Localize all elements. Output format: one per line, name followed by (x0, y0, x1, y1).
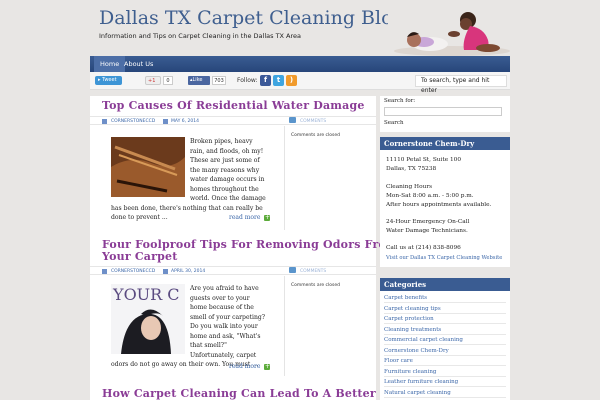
twitter-bird-icon: ▸ (98, 77, 101, 83)
post-title[interactable]: Top Causes Of Residential Water Damage (102, 99, 365, 112)
tweet-button[interactable]: ▸ Tweet (95, 76, 122, 85)
like-label: Like (192, 77, 203, 83)
header-babies-image (388, 6, 512, 56)
company-address-line1: 11110 Petal St, Suite 100 (386, 157, 462, 163)
comments-status: Comments are closed (291, 133, 340, 138)
emergency-line2: Water Damage Technicians. (386, 228, 468, 234)
comments-bubble-icon (289, 117, 296, 123)
post-title[interactable]: How Carpet Cleaning Can Lead To A Better (102, 387, 376, 400)
post-meta: cornerstoneccd April 30, 2014 Comments (90, 266, 376, 275)
read-more-label: read more (229, 214, 261, 221)
post-date: April 30, 2014 (171, 269, 206, 274)
site-title[interactable]: Dallas TX Carpet Cleaning Blog (99, 7, 405, 29)
read-more-link[interactable]: read more + (229, 362, 271, 370)
company-website-link[interactable]: Visit our Dallas TX Carpet Cleaning Webs… (386, 254, 502, 262)
plus-icon: + (264, 362, 271, 370)
hours-line2: After hours appointments available. (386, 202, 492, 208)
water-damage-thumbnail[interactable] (111, 137, 185, 197)
facebook-icon[interactable]: f (260, 75, 271, 86)
plus-icon: + (264, 213, 271, 221)
site-header: Dallas TX Carpet Cleaning Blog Informati… (0, 0, 600, 56)
rss-icon[interactable]: ) (286, 75, 297, 86)
post-date: May 6, 2014 (171, 119, 199, 124)
category-link[interactable]: Carpet cleaning tips (384, 305, 506, 314)
facebook-like-button[interactable]: ▴Like (188, 76, 210, 85)
widget-heading: Categories (380, 278, 510, 291)
category-link[interactable]: Furniture cleaning (384, 368, 506, 377)
calendar-icon (163, 119, 168, 124)
comments-bubble-icon (289, 267, 296, 273)
main-nav: Home About Us (90, 56, 510, 72)
company-address-line2: Dallas, TX 75238 (386, 166, 437, 172)
sidebar-search-widget: Search for: Search (380, 96, 510, 132)
post-excerpt: YOUR C Are you afraid to have guests ove… (111, 284, 266, 370)
post-excerpt: Broken pipes, heavy rain, and floods, oh… (111, 137, 266, 223)
post-title-continued[interactable]: Your Carpet (102, 250, 178, 263)
company-info-widget: Cornerstone Chem-Dry 11110 Petal St, Sui… (380, 137, 510, 267)
read-more-link[interactable]: read more + (229, 213, 271, 221)
site-description: Information and Tips on Carpet Cleaning … (99, 32, 302, 40)
nav-about-us[interactable]: About Us (118, 56, 159, 72)
post-divider (284, 276, 285, 376)
category-link[interactable]: Cornerstone Chem-Dry (384, 347, 506, 356)
category-link[interactable]: Cleaning treatments (384, 326, 506, 335)
emergency-line1: 24-Hour Emergency On-Call (386, 219, 470, 225)
top-search-input[interactable]: To search, type and hit enter (415, 75, 507, 94)
hours-line1: Mon-Sat 8:00 a.m. - 5:00 p.m. (386, 193, 474, 199)
search-button[interactable]: Search (384, 120, 404, 126)
category-link[interactable]: Carpet protection (384, 315, 506, 324)
read-more-label: read more (229, 363, 261, 370)
category-link[interactable]: Floor care (384, 357, 506, 366)
hours-title: Cleaning Hours (386, 184, 433, 190)
odor-removal-thumbnail[interactable]: YOUR C (111, 284, 185, 354)
post-author[interactable]: cornerstoneccd (111, 118, 155, 125)
category-link[interactable]: Commercial carpet cleaning (384, 336, 506, 345)
category-link[interactable]: Leather furniture cleaning (384, 378, 506, 387)
post-meta: cornerstoneccd May 6, 2014 Comments (90, 116, 376, 125)
follow-label: Follow: (237, 77, 258, 84)
thumbnail-text: YOUR C (112, 285, 180, 304)
author-icon (102, 119, 107, 124)
search-label: Search for: (384, 98, 416, 104)
social-bar: ▸ Tweet +1 0 ▴Like 703 Follow: f t ) To … (90, 72, 510, 94)
tweet-label: Tweet (102, 77, 117, 83)
company-phone: Call us at (214) 838-8096 (386, 245, 461, 251)
twitter-icon[interactable]: t (273, 75, 284, 86)
widget-heading: Cornerstone Chem-Dry (380, 137, 510, 150)
post-author[interactable]: cornerstoneccd (111, 268, 155, 275)
facebook-like-count: 703 (212, 76, 226, 85)
gplus-button[interactable]: +1 (145, 76, 161, 85)
post-divider (284, 126, 285, 230)
categories-widget: Categories Carpet benefits Carpet cleani… (380, 278, 510, 400)
main-content: Top Causes Of Residential Water Damage c… (90, 96, 398, 400)
calendar-icon (163, 269, 168, 274)
comments-link[interactable]: Comments (300, 118, 326, 125)
author-icon (102, 269, 107, 274)
comments-link[interactable]: Comments (300, 268, 326, 275)
category-link[interactable]: Carpet benefits (384, 294, 506, 303)
sidebar-search-input[interactable] (384, 107, 502, 116)
category-link[interactable]: Natural carpet cleaning (384, 389, 506, 398)
comments-status: Comments are closed (291, 283, 340, 288)
gplus-count: 0 (163, 76, 173, 85)
